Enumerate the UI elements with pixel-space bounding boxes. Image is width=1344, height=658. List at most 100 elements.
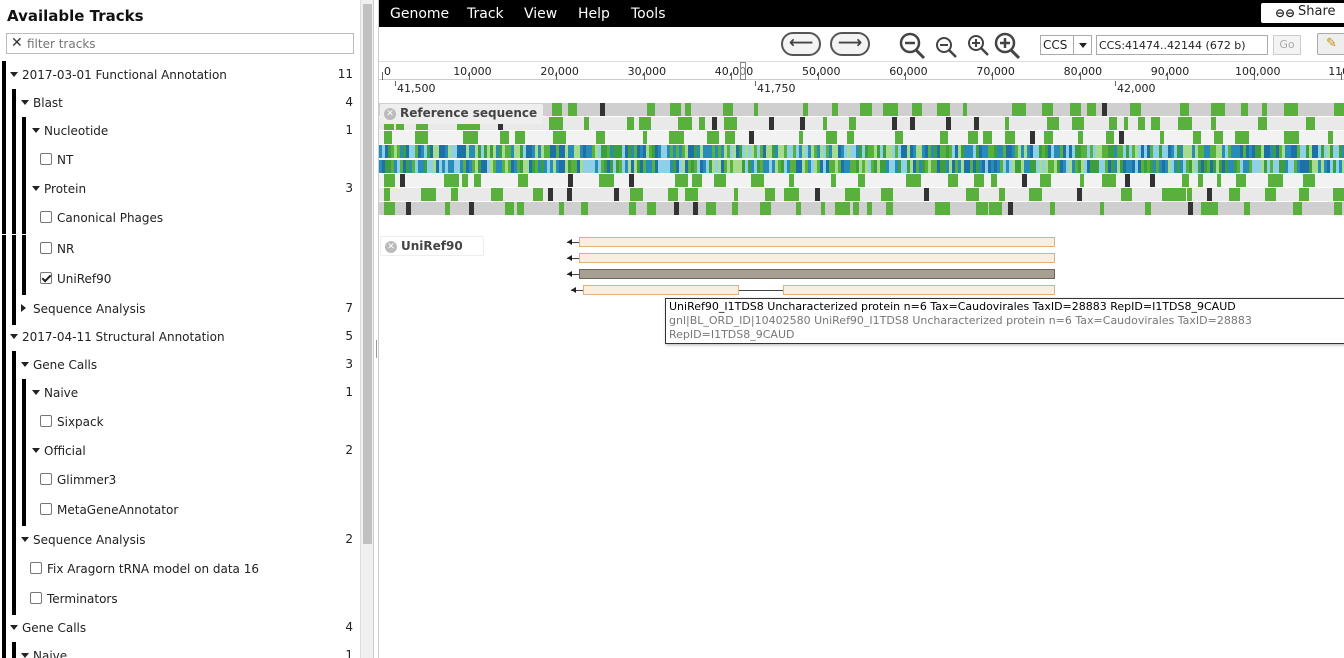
tree-folder-label[interactable]: 2017-03-01 Functional Annotation [22,68,227,82]
close-track-icon[interactable]: ✕ [385,241,397,253]
uniref-hit-feature[interactable] [783,285,1055,295]
tree-folder-label[interactable]: Naive [44,386,78,400]
tree-folder[interactable]: Sequence Analysis 2 [0,526,360,556]
menu-view[interactable]: View [524,6,557,22]
tree-track[interactable]: Canonical Phages [0,204,360,234]
tree-folder-label[interactable]: Protein [44,182,86,196]
chevron-right-icon[interactable] [21,304,26,312]
chevron-down-icon[interactable] [10,334,18,339]
track-checkbox[interactable] [30,592,42,604]
track-label[interactable]: NR [57,242,74,256]
track-label[interactable]: Fix Aragorn tRNA model on data 16 [47,562,259,576]
track-checkbox[interactable] [40,211,52,223]
uniref-hit-feature[interactable] [579,237,1055,247]
menu-track[interactable]: Track [467,6,504,22]
scrollbar-thumb[interactable] [363,4,372,544]
tree-folder[interactable]: Naive 1 [0,379,360,409]
chevron-down-icon[interactable] [21,100,29,105]
tree-indent-bar [12,585,16,615]
splitter-grip[interactable] [376,340,377,358]
tree-track[interactable]: Glimmer3 [0,466,360,496]
tree-folder-label[interactable]: 2017-04-11 Structural Annotation [22,330,225,344]
track-checkbox[interactable] [30,562,42,574]
overview-location-box[interactable] [740,62,746,80]
close-track-icon[interactable]: ✕ [384,108,396,120]
tree-folder[interactable]: Gene Calls 3 [0,351,360,381]
panel-scrollbar[interactable] [360,0,373,658]
tree-track[interactable]: MetaGeneAnnotator [0,496,360,526]
track-checkbox[interactable] [40,473,52,485]
track-checkbox[interactable] [40,272,52,284]
pan-left-button[interactable]: ⟵ [781,32,821,56]
zoom-in-icon[interactable] [966,33,990,57]
tree-folder[interactable]: Protein 3 [0,175,360,205]
start-codon-block [599,174,614,187]
uniref90-track-label[interactable]: ✕ UniRef90 [380,236,484,256]
tree-folder-label[interactable]: Nucleotide [44,124,108,138]
filter-input[interactable] [27,35,347,52]
chevron-down-icon[interactable] [32,390,40,395]
clear-filter-icon[interactable]: ✕ [11,35,23,51]
track-label[interactable]: Glimmer3 [57,473,116,487]
uniref-hit-feature-highlighted[interactable] [579,269,1055,279]
tree-folder[interactable]: Official 2 [0,437,360,467]
highlight-button[interactable]: ✎ [1317,33,1344,55]
chevron-down-icon[interactable] [21,362,29,367]
menu-tools[interactable]: Tools [631,6,666,22]
chevron-down-icon[interactable] [21,653,29,658]
tree-folder-label[interactable]: Gene Calls [22,621,86,635]
tree-folder[interactable]: Nucleotide 1 [0,117,360,147]
overview-ruler[interactable]: 0 10,000 20,000 30,000 40,000 50,000 60,000 70,… [379,62,1344,80]
chevron-down-icon[interactable] [32,128,40,133]
location-input[interactable] [1096,35,1268,55]
tree-track[interactable]: Sixpack [0,408,360,438]
chevron-down-icon[interactable] [21,537,29,542]
tree-folder[interactable]: 2017-04-11 Structural Annotation 5 [0,323,360,353]
share-button[interactable]: ⊖⊖ Share [1261,3,1344,23]
zoom-in-large-icon[interactable] [992,31,1022,61]
menu-help[interactable]: Help [578,6,610,22]
tree-folder[interactable]: 2017-03-01 Functional Annotation 11 [0,61,360,91]
tree-folder[interactable]: Sequence Analysis 7 [0,295,360,325]
track-label[interactable]: UniRef90 [57,272,111,286]
tree-folder[interactable]: Gene Calls 4 [0,614,360,644]
uniref-hit-feature[interactable] [579,253,1055,263]
track-checkbox[interactable] [40,153,52,165]
pan-right-button[interactable]: ⟶ [830,32,870,56]
tree-track[interactable]: NR [0,235,360,265]
tree-folder-label[interactable]: Sequence Analysis [33,533,145,547]
track-checkbox[interactable] [40,503,52,515]
tree-folder-label[interactable]: Gene Calls [33,358,97,372]
zoom-out-large-icon[interactable] [897,31,927,61]
reference-track-label[interactable]: ✕ Reference sequence [380,104,544,124]
go-button[interactable]: Go [1273,35,1301,55]
track-checkbox[interactable] [40,415,52,427]
tree-folder[interactable]: Blast 4 [0,89,360,119]
tree-folder-label[interactable]: Blast [33,96,63,110]
chevron-down-icon[interactable] [10,72,18,77]
tree-folder[interactable]: Naive 1 [0,642,360,658]
tree-track[interactable]: Fix Aragorn tRNA model on data 16 [0,555,360,585]
chevron-down-icon[interactable] [32,186,40,191]
track-label[interactable]: Canonical Phages [57,211,163,225]
track-label[interactable]: Sixpack [57,415,104,429]
tree-track[interactable]: UniRef90 [0,265,360,295]
track-label[interactable]: Terminators [47,592,118,606]
strand-arrow-icon [567,255,572,261]
track-label[interactable]: NT [57,153,73,167]
zoom-out-icon[interactable] [934,35,958,59]
chevron-down-icon[interactable] [1073,36,1091,54]
track-checkbox[interactable] [40,242,52,254]
tree-folder-label[interactable]: Sequence Analysis [33,302,145,316]
tree-track[interactable]: NT [0,146,360,176]
uniref-hit-feature[interactable] [583,285,739,295]
filter-box[interactable]: ✕ [6,33,354,54]
reference-sequence-select[interactable]: CCS [1040,35,1092,55]
menu-genome[interactable]: Genome [390,6,449,22]
tree-track[interactable]: Terminators [0,585,360,615]
tree-folder-label[interactable]: Official [44,444,86,458]
chevron-down-icon[interactable] [32,448,40,453]
chevron-down-icon[interactable] [10,625,18,630]
track-label[interactable]: MetaGeneAnnotator [57,503,178,517]
tree-folder-label[interactable]: Naive [33,649,67,658]
